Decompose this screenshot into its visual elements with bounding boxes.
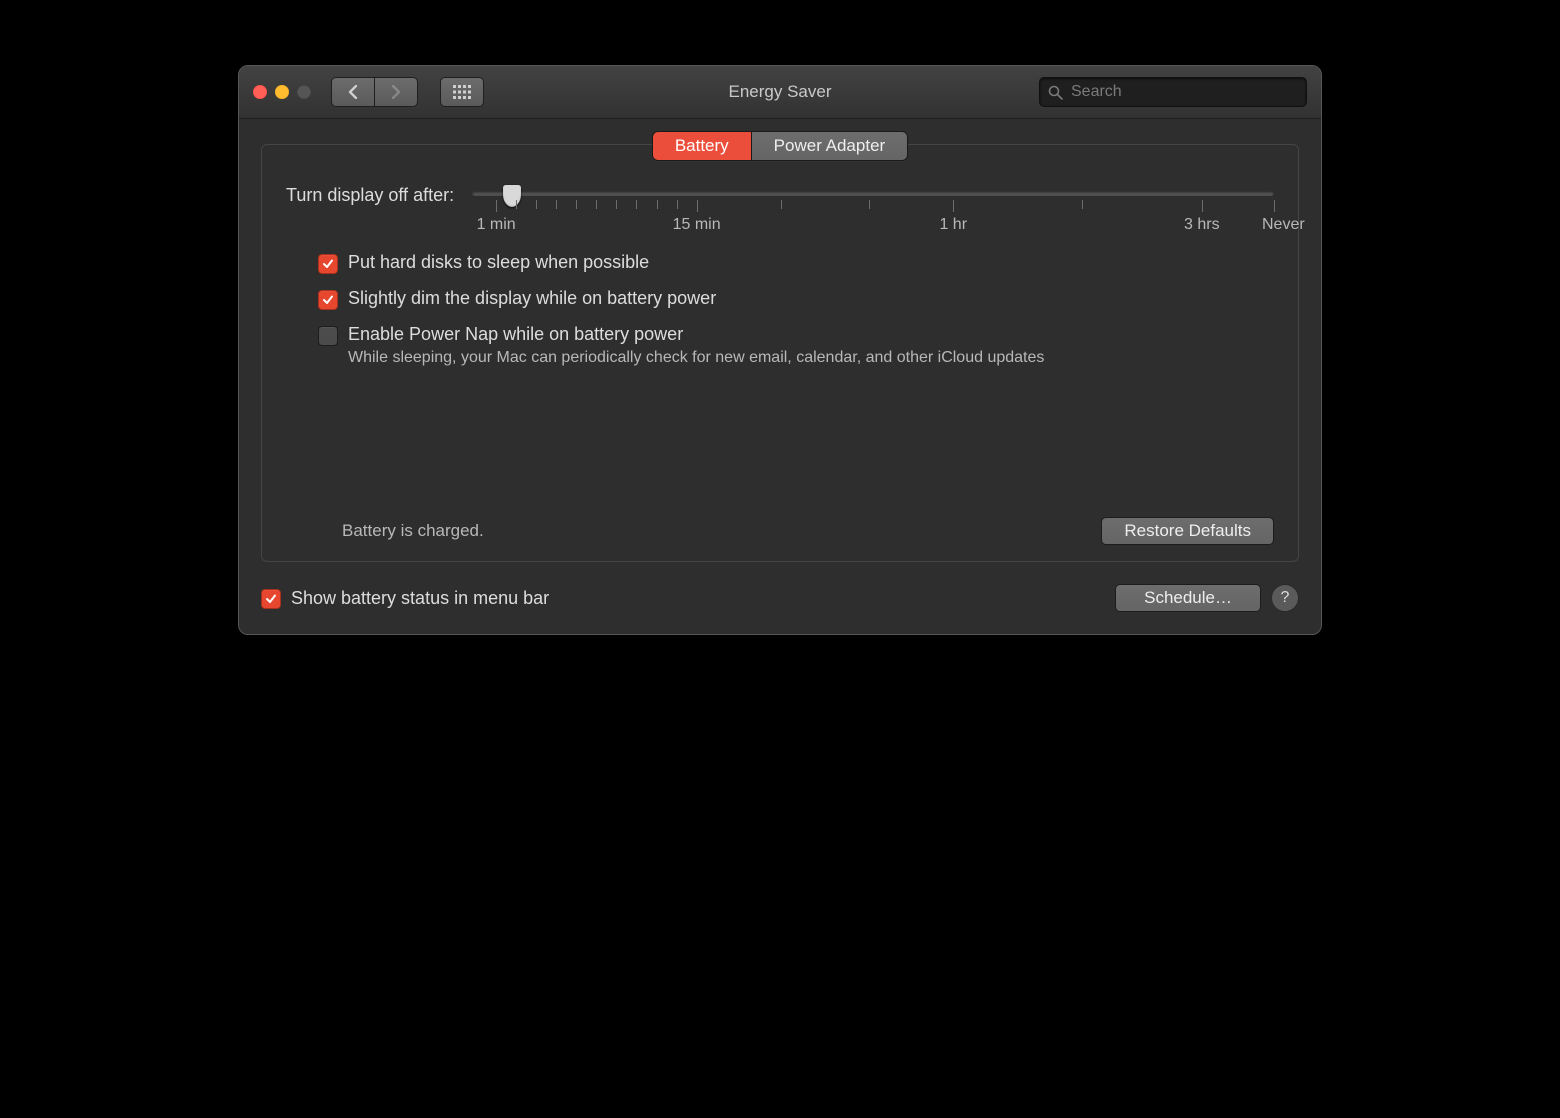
power-nap-checkbox[interactable] [318, 326, 338, 346]
power-nap-description: While sleeping, your Mac can periodicall… [348, 349, 1044, 367]
display-sleep-row: Turn display off after: [286, 185, 1274, 238]
options-list: Put hard disks to sleep when possible Sl… [318, 252, 1274, 367]
show-all-button[interactable] [440, 77, 484, 107]
panel-footer: Battery is charged. Restore Defaults [286, 517, 1274, 545]
menubar-status-label: Show battery status in menu bar [291, 588, 549, 609]
restore-defaults-button[interactable]: Restore Defaults [1101, 517, 1274, 545]
option-dim-display: Slightly dim the display while on batter… [318, 288, 1274, 310]
search-icon [1048, 85, 1063, 100]
check-icon [322, 294, 334, 306]
dim-display-checkbox[interactable] [318, 290, 338, 310]
hard-disks-label: Put hard disks to sleep when possible [348, 252, 649, 273]
display-sleep-slider[interactable]: 1 min 15 min 1 hr 3 hrs Never [472, 185, 1274, 238]
search-input[interactable] [1069, 82, 1298, 102]
display-sleep-label: Turn display off after: [286, 185, 454, 206]
tab-switcher: Battery Power Adapter [652, 131, 908, 161]
search-field[interactable] [1039, 77, 1307, 107]
slider-tick-labels: 1 min 15 min 1 hr 3 hrs Never [472, 216, 1274, 238]
window-footer: Show battery status in menu bar Schedule… [261, 584, 1299, 612]
schedule-button[interactable]: Schedule… [1115, 584, 1261, 612]
hard-disks-checkbox[interactable] [318, 254, 338, 274]
power-nap-label: Enable Power Nap while on battery power [348, 324, 1044, 345]
nav-buttons [331, 77, 418, 107]
chevron-right-icon [391, 85, 401, 99]
zoom-window-button [297, 85, 311, 99]
minimize-window-button[interactable] [275, 85, 289, 99]
window-toolbar: Energy Saver [239, 66, 1321, 119]
check-icon [322, 258, 334, 270]
menubar-status-checkbox[interactable] [261, 589, 281, 609]
forward-button [374, 77, 418, 107]
tab-power-adapter[interactable]: Power Adapter [751, 132, 908, 160]
grid-icon [453, 85, 471, 99]
option-power-nap: Enable Power Nap while on battery power … [318, 324, 1274, 367]
settings-panel: Turn display off after: [261, 144, 1299, 562]
help-button[interactable]: ? [1271, 584, 1299, 612]
preferences-window: Energy Saver Battery Power Adapter Turn … [238, 65, 1322, 635]
window-controls [253, 85, 311, 99]
battery-status-text: Battery is charged. [342, 521, 484, 541]
chevron-left-icon [348, 85, 358, 99]
dim-display-label: Slightly dim the display while on batter… [348, 288, 716, 309]
option-hard-disks: Put hard disks to sleep when possible [318, 252, 1274, 274]
back-button[interactable] [331, 77, 374, 107]
close-window-button[interactable] [253, 85, 267, 99]
check-icon [265, 593, 277, 605]
window-body: Battery Power Adapter Turn display off a… [239, 119, 1321, 634]
slider-ticks [472, 200, 1274, 212]
tab-battery[interactable]: Battery [653, 132, 751, 160]
